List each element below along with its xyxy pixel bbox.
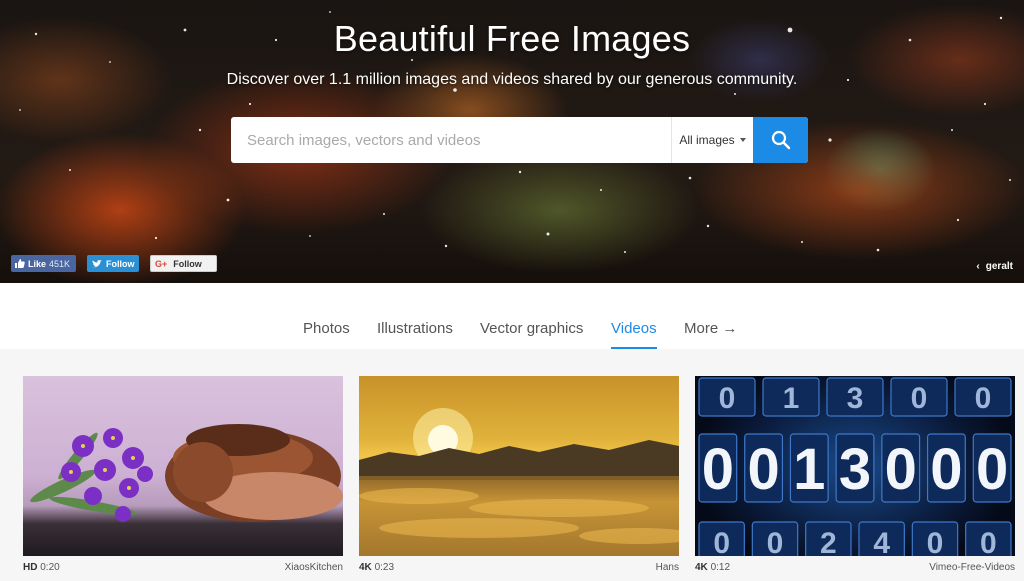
video-quality: 4K xyxy=(695,562,708,573)
tab-vector-graphics[interactable]: Vector graphics xyxy=(480,319,583,349)
counter-digit: 1 xyxy=(783,382,800,415)
search-type-label: All images xyxy=(679,133,735,147)
hero-subtitle: Discover over 1.1 million images and vid… xyxy=(226,71,798,88)
video-author[interactable]: Vimeo-Free-Videos xyxy=(929,562,1015,581)
thumbs-up-icon xyxy=(15,259,25,268)
sunset-over-clouds-image xyxy=(359,408,679,556)
video-thumbnail[interactable]: 013000013000002400 xyxy=(695,376,1015,556)
chevron-down-icon xyxy=(739,138,746,142)
counter-digit: 0 xyxy=(980,527,997,556)
video-card: 013000013000002400 4K 0:12 Vimeo-Free-Vi… xyxy=(695,376,1015,581)
video-author[interactable]: Hans xyxy=(656,562,679,581)
counter-digit: 1 xyxy=(793,437,825,502)
counter-digit: 2 xyxy=(820,527,837,556)
facebook-like-button[interactable]: Like 451K xyxy=(11,255,76,272)
counter-digit: 0 xyxy=(975,382,992,415)
counter-digit: 0 xyxy=(885,437,917,502)
hero-title: Beautiful Free Images xyxy=(333,18,691,59)
video-duration: 0:12 xyxy=(710,562,731,573)
video-duration: 0:23 xyxy=(374,562,395,573)
video-thumbnail[interactable] xyxy=(359,376,679,556)
counter-digit: 0 xyxy=(702,437,734,502)
hero-banner: Beautiful Free Images Discover over 1.1 … xyxy=(0,0,1024,283)
search-input[interactable] xyxy=(231,117,671,163)
video-thumbnail[interactable] xyxy=(23,376,343,556)
search-button[interactable] xyxy=(753,117,808,163)
number-counter-image: 0 1 3 0 00 0 1 3 0 0 00 0 2 4 0 0 xyxy=(698,377,1012,556)
video-duration: 0:20 xyxy=(40,562,60,573)
tab-more[interactable]: More → xyxy=(684,319,737,349)
counter-digit: 4 xyxy=(873,527,890,556)
search-bar: All images xyxy=(231,117,808,163)
tab-illustrations[interactable]: Illustrations xyxy=(377,319,453,349)
counter-digit: 0 xyxy=(927,527,944,556)
counter-digit: 0 xyxy=(911,382,928,415)
facebook-like-count: 451K xyxy=(49,258,71,269)
twitter-follow-button[interactable]: Follow xyxy=(87,255,139,272)
google-plus-icon: G+ xyxy=(155,258,168,269)
video-card: 4K 0:23 Hans xyxy=(359,376,679,581)
video-author[interactable]: XiaosKitchen xyxy=(285,562,343,581)
video-meta: HD 0:20 XiaosKitchen xyxy=(23,562,343,581)
twitter-follow-label: Follow xyxy=(106,258,135,269)
image-credit-author: geralt xyxy=(985,261,1013,272)
image-credit-link[interactable]: ‹ geralt xyxy=(976,261,1013,272)
video-meta: 4K 0:23 Hans xyxy=(359,562,679,581)
counter-digit: 0 xyxy=(976,437,1008,502)
video-quality: HD xyxy=(23,562,38,573)
video-meta: 4K 0:12 Vimeo-Free-Videos xyxy=(695,562,1015,581)
counter-digit: 0 xyxy=(719,382,736,415)
search-icon xyxy=(771,130,790,150)
tab-videos[interactable]: Videos xyxy=(611,319,657,349)
google-plus-follow-label: Follow xyxy=(173,258,202,269)
media-type-nav: Photos Illustrations Vector graphics Vid… xyxy=(0,283,1024,349)
video-quality: 4K xyxy=(359,562,372,573)
search-type-dropdown[interactable]: All images xyxy=(671,117,753,163)
google-plus-follow-button[interactable]: G+ Follow xyxy=(150,255,217,272)
counter-digit: 0 xyxy=(713,527,730,556)
video-card: HD 0:20 XiaosKitchen xyxy=(23,376,343,581)
counter-digit: 0 xyxy=(930,437,962,502)
counter-digit: 0 xyxy=(767,527,784,556)
counter-digit: 3 xyxy=(839,437,871,502)
counter-digit: 3 xyxy=(847,382,864,415)
meat-and-flowers-image xyxy=(30,424,343,522)
counter-digit: 0 xyxy=(747,437,779,502)
twitter-bird-icon xyxy=(92,259,102,267)
tab-photos[interactable]: Photos xyxy=(303,319,350,349)
facebook-like-label: Like xyxy=(28,258,47,269)
chevron-left-icon: ‹ xyxy=(976,261,980,272)
